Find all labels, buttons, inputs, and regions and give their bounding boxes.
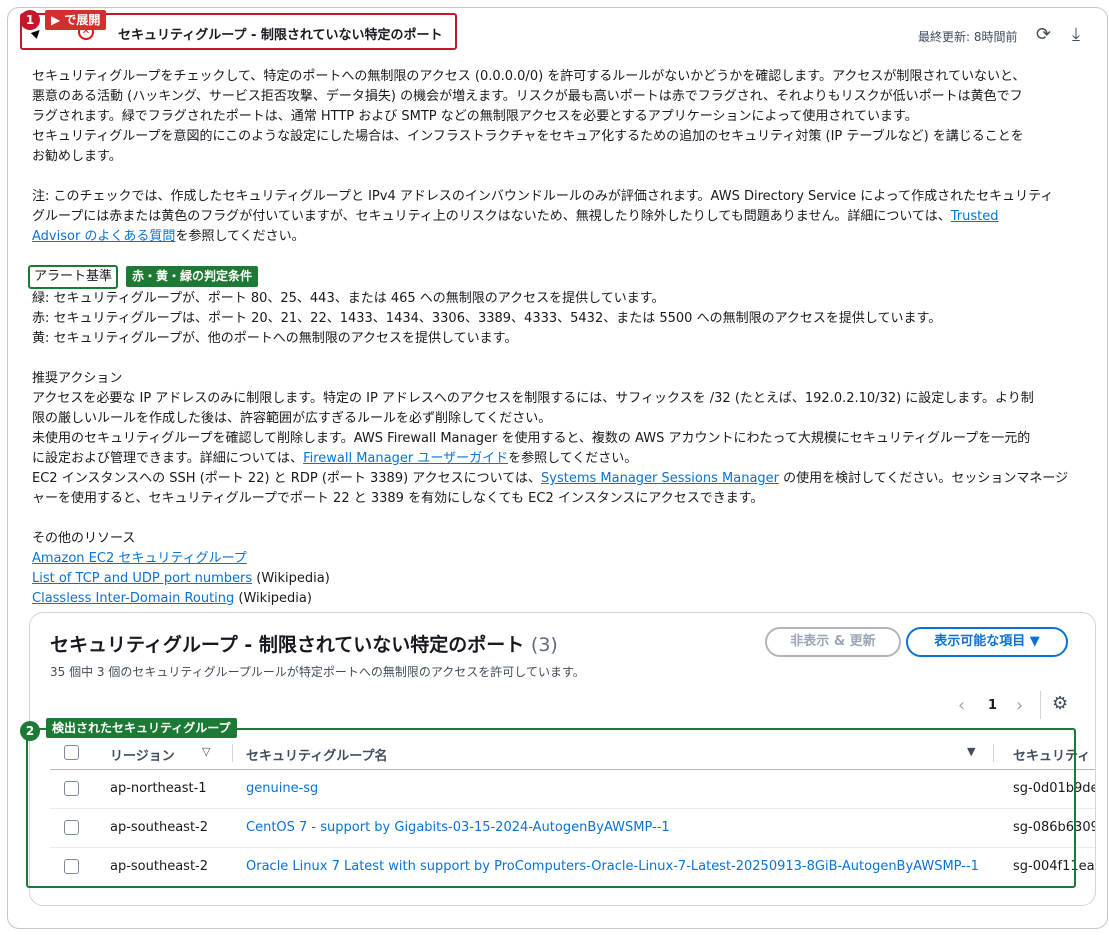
expand-hint-tag: ▶ で展開 [45, 10, 107, 30]
desc-line: セキュリティグループを意図的にこのような設定にした場合は、インフラストラクチャを… [32, 129, 1024, 144]
row-sg-id: sg-0d01b9de [1013, 781, 1096, 796]
visible-items-dropdown-button[interactable]: 表示可能な項目 ▼ [906, 627, 1068, 657]
table-header: リージョン ▽ セキュリティグループ名 ▼ セキュリティ [50, 736, 1095, 770]
criteria-green: 緑: セキュリティグループが、ポート 80、25、443、または 465 への無… [32, 291, 665, 306]
alert-criteria-tag: 赤・黄・緑の判定条件 [126, 266, 259, 287]
column-divider[interactable] [993, 744, 994, 762]
ec2-security-group-link[interactable]: Amazon EC2 セキュリティグループ [32, 551, 247, 566]
rec-line: アクセスを必要な IP アドレスのみに制限します。特定の IP アドレスへのアク… [32, 391, 1034, 406]
row-checkbox[interactable] [64, 781, 79, 796]
row-sg-id: sg-086b6309 [1013, 820, 1096, 835]
column-divider[interactable] [232, 744, 233, 762]
row-sg-id: sg-004f11ea7 [1013, 859, 1096, 874]
row-region: ap-southeast-2 [110, 820, 209, 835]
session-manager-link[interactable]: Systems Manager Sessions Manager [541, 471, 779, 486]
refresh-icon[interactable]: ⟳ [1036, 24, 1051, 46]
row-sg-name-link[interactable]: genuine-sg [246, 781, 318, 796]
port-numbers-link[interactable]: List of TCP and UDP port numbers [32, 571, 252, 586]
trusted-advisor-faq-link-cont[interactable]: Advisor のよくある質問 [32, 229, 175, 244]
alert-criteria-heading: アラート基準 赤・黄・緑の判定条件 [28, 265, 1096, 289]
rec-line: ャーを使用すると、セキュリティグループでポート 22 と 3389 を有効にしな… [32, 491, 764, 506]
row-checkbox[interactable] [64, 820, 79, 835]
pager-divider [1040, 691, 1041, 719]
rec-line: EC2 インスタンスへの SSH (ポート 22) と RDP (ポート 338… [32, 471, 1069, 486]
callout-badge-1: 1 [20, 10, 40, 30]
flagged-resources-panel: セキュリティグループ - 制限されていない特定のポート (3) 35 個中 3 … [29, 612, 1096, 906]
trusted-advisor-faq-link[interactable]: Trusted [951, 209, 999, 224]
note-line: Advisor のよくある質問を参照してください。 [32, 229, 305, 244]
row-sg-name-link[interactable]: Oracle Linux 7 Latest with support by Pr… [246, 859, 979, 874]
chevron-right-icon[interactable]: › [1016, 695, 1023, 716]
criteria-yellow: 黄: セキュリティグループが、他のポートへの無制限のアクセスを提供しています。 [32, 331, 518, 346]
check-description: セキュリティグループをチェックして、特定のポートへの無制限のアクセス (0.0.… [28, 67, 1096, 609]
desc-line: セキュリティグループをチェックして、特定のポートへの無制限のアクセス (0.0.… [32, 69, 1026, 84]
row-checkbox[interactable] [64, 859, 79, 874]
row-sg-name-link[interactable]: CentOS 7 - support by Gigabits-03-15-202… [246, 820, 670, 835]
alert-criteria-label: アラート基準 [28, 265, 119, 289]
download-icon[interactable]: ⤓ [1072, 24, 1080, 46]
row-region: ap-southeast-2 [110, 859, 209, 874]
check-title[interactable]: セキュリティグループ - 制限されていない特定のポート [118, 24, 443, 43]
recommended-action-title: 推奨アクション [32, 371, 123, 386]
additional-resources-title: その他のリソース [32, 531, 136, 546]
table-row[interactable]: ap-southeast-2 Oracle Linux 7 Latest wit… [50, 847, 1096, 887]
select-all-checkbox[interactable] [64, 745, 79, 760]
gear-icon[interactable]: ⚙ [1052, 693, 1068, 714]
panel-subtitle: 35 個中 3 個のセキュリティグループルールが特定ポートへの無制限のアクセスを… [50, 665, 585, 679]
sort-down-icon[interactable]: ▼ [967, 745, 975, 758]
rec-line: に設定および管理できます。詳細については、Firewall Manager ユー… [32, 451, 638, 466]
column-header-sg-name[interactable]: セキュリティグループ名 [246, 745, 387, 764]
chevron-left-icon[interactable]: ‹ [958, 695, 965, 716]
rec-line: 限の厳しいルールを作成した後は、許容範囲が広すぎるルールを必ず削除してください。 [32, 411, 552, 426]
row-region: ap-northeast-1 [110, 781, 207, 796]
table-row[interactable]: ap-southeast-2 CentOS 7 - support by Gig… [50, 808, 1096, 848]
firewall-manager-guide-link[interactable]: Firewall Manager ユーザーガイド [303, 451, 508, 466]
hide-and-refresh-button[interactable]: 非表示 & 更新 [765, 627, 901, 657]
desc-line: ラグされます。緑でフラグされたポートは、通常 HTTP および SMTP などの… [32, 109, 918, 124]
column-header-region[interactable]: リージョン [110, 745, 175, 764]
flagged-table-tag: 検出されたセキュリティグループ [46, 718, 237, 738]
callout-badge-2: 2 [20, 721, 40, 741]
resource-count: (3) [530, 634, 558, 656]
sort-down-icon[interactable]: ▽ [202, 745, 210, 758]
column-header-sg-id[interactable]: セキュリティ [1013, 745, 1090, 764]
panel-title: セキュリティグループ - 制限されていない特定のポート (3) [50, 634, 558, 656]
note-line: 注: このチェックでは、作成したセキュリティグループと IPv4 アドレスのイン… [32, 189, 1054, 204]
last-updated-text: 最終更新: 8時間前 [918, 30, 1018, 44]
criteria-red: 赤: セキュリティグループは、ポート 20、21、22、1433、1434、33… [32, 311, 942, 326]
desc-line: 悪意のある活動 (ハッキング、サービス拒否攻撃、データ損失) の機会が増えます。… [32, 89, 1023, 104]
note-line: グループには赤または黄色のフラグが付いていますが、セキュリティ上のリスクはないた… [32, 209, 999, 224]
rec-line: 未使用のセキュリティグループを確認して削除します。AWS Firewall Ma… [32, 431, 1031, 446]
cidr-link[interactable]: Classless Inter-Domain Routing [32, 591, 234, 606]
current-page[interactable]: 1 [988, 698, 997, 713]
table-row[interactable]: ap-northeast-1 genuine-sg sg-0d01b9de [50, 769, 1096, 809]
desc-line: お勧めします。 [32, 149, 122, 164]
